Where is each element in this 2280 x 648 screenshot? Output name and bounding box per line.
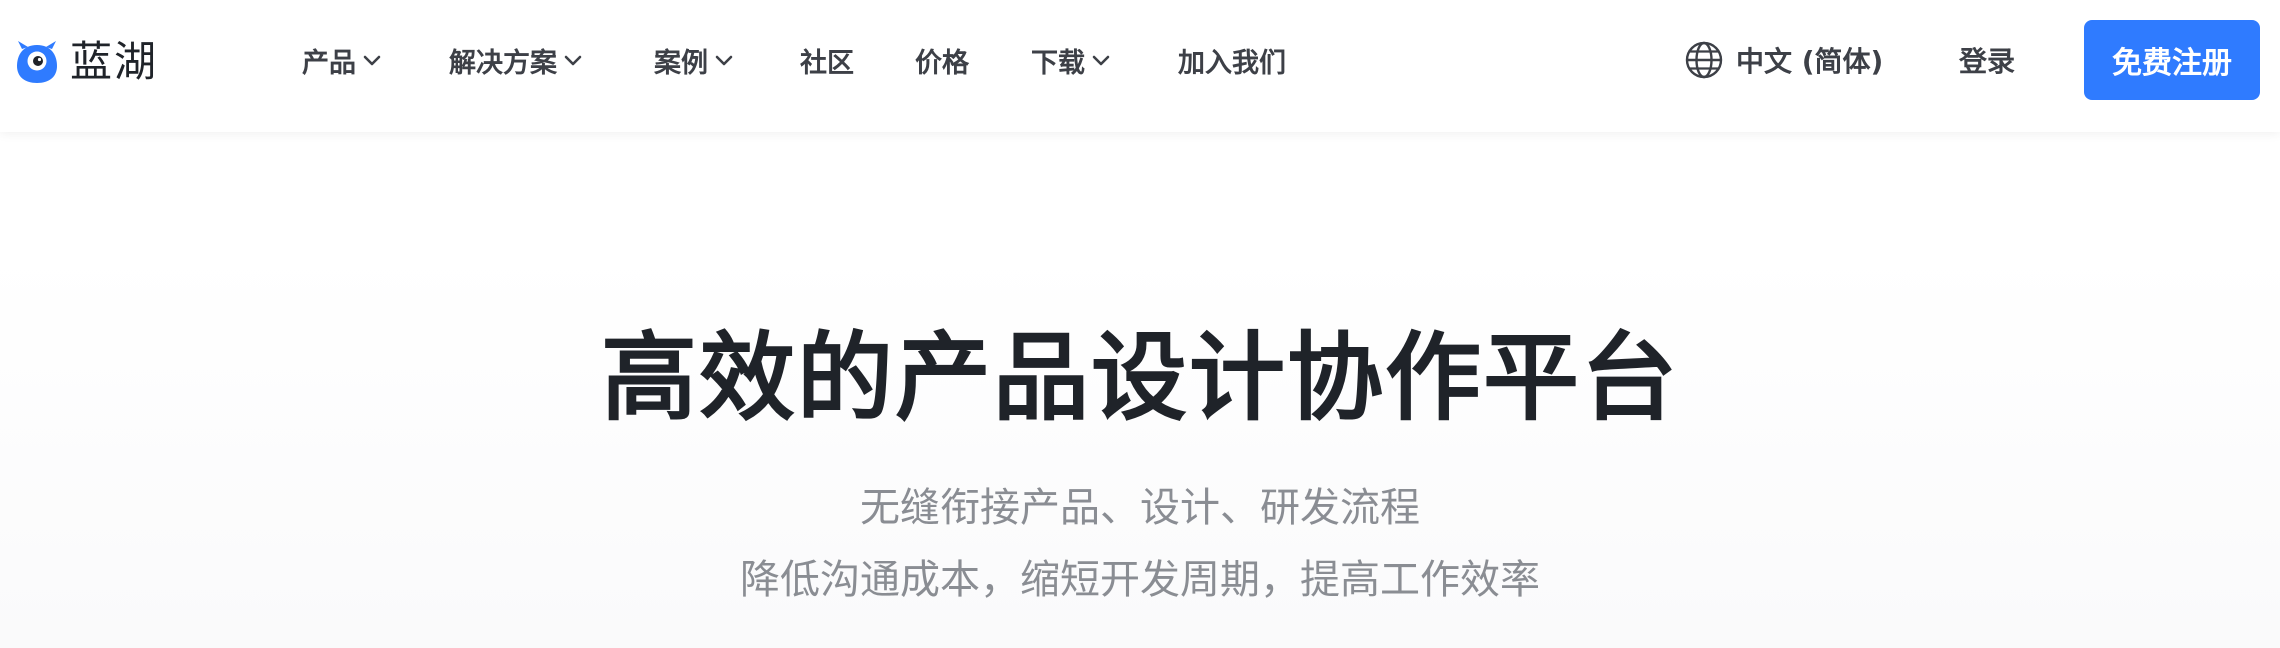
brand-logo[interactable]: 蓝湖 [14, 34, 158, 90]
top-navigation-bar: 蓝湖 产品 解决方案 案例 社区 价格 下载 加入我们 中文 (简体) 登录 免… [0, 0, 2280, 132]
nav-item-solutions[interactable]: 解决方案 [449, 42, 583, 79]
lanhu-mascot-icon [17, 41, 57, 83]
nav-item-label: 社区 [800, 47, 854, 79]
language-selector[interactable]: 中文 (简体) [1684, 38, 1883, 82]
nav-item-community[interactable]: 社区 [800, 42, 854, 79]
nav-item-label: 价格 [915, 47, 969, 79]
chevron-down-icon [363, 55, 381, 66]
nav-item-pricing[interactable]: 价格 [915, 42, 969, 79]
nav-item-label: 案例 [654, 47, 708, 79]
language-label: 中文 (简体) [1736, 45, 1884, 78]
nav-item-label: 解决方案 [449, 47, 557, 79]
login-link[interactable]: 登录 [1959, 42, 2015, 78]
chevron-down-icon [715, 55, 733, 66]
nav-item-label: 下载 [1031, 47, 1085, 79]
nav-item-product[interactable]: 产品 [302, 42, 382, 79]
brand-name: 蓝湖 [70, 37, 159, 86]
nav-item-cases[interactable]: 案例 [654, 42, 734, 79]
nav-item-download[interactable]: 下载 [1031, 42, 1111, 79]
page: 蓝湖 产品 解决方案 案例 社区 价格 下载 加入我们 中文 (简体) 登录 免… [0, 0, 2280, 648]
globe-icon [1685, 41, 1723, 79]
nav-item-join-us[interactable]: 加入我们 [1178, 42, 1286, 79]
hero-subtitle-line-2: 降低沟通成本，缩短开发周期，提高工作效率 [740, 557, 1540, 603]
signup-button[interactable]: 免费注册 [2084, 20, 2260, 100]
nav-item-label: 产品 [302, 47, 356, 79]
nav-item-label: 加入我们 [1178, 47, 1286, 79]
chevron-down-icon [564, 55, 582, 66]
hero-subtitle-line-1: 无缝衔接产品、设计、研发流程 [860, 485, 1420, 531]
chevron-down-icon [1092, 55, 1110, 66]
hero-title: 高效的产品设计协作平台 [601, 322, 1679, 434]
